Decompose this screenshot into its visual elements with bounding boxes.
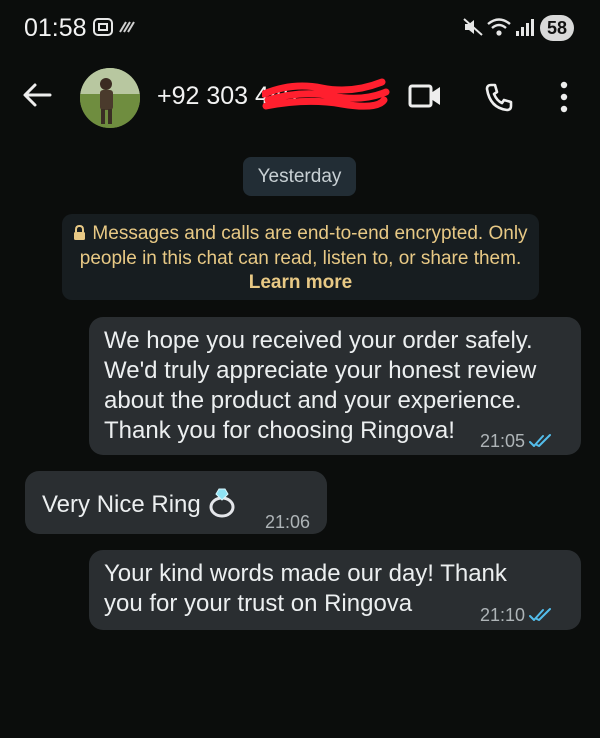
message-time: 21:05 bbox=[480, 431, 526, 451]
more-options-icon[interactable] bbox=[558, 80, 570, 119]
learn-more-link[interactable]: Learn more bbox=[249, 272, 352, 293]
mute-icon bbox=[462, 16, 484, 43]
outgoing-message-bubble[interactable]: We hope you received your order safely. … bbox=[89, 317, 581, 455]
ring-emoji-icon bbox=[207, 486, 237, 526]
avatar[interactable] bbox=[80, 68, 140, 128]
outgoing-message-bubble[interactable]: Your kind words made our day! Thank you … bbox=[89, 550, 581, 630]
encryption-notice[interactable]: Messages and calls are end-to-end encryp… bbox=[62, 214, 539, 300]
incoming-message-bubble[interactable]: Very Nice Ring 21:06 bbox=[25, 471, 327, 534]
screenshot-icon bbox=[92, 16, 114, 43]
wifi-icon bbox=[486, 16, 512, 43]
read-receipt-icon bbox=[529, 428, 553, 458]
signal-icon bbox=[514, 16, 536, 43]
battery-indicator: 58 bbox=[540, 15, 574, 41]
date-separator: Yesterday bbox=[243, 157, 356, 196]
data-activity-icon bbox=[118, 20, 138, 39]
lock-icon bbox=[73, 223, 86, 247]
message-time: 21:10 bbox=[480, 605, 526, 625]
chat-header: +92 303 445 bbox=[0, 56, 600, 140]
encryption-text: Messages and calls are end-to-end encryp… bbox=[79, 223, 528, 269]
message-time: 21:06 bbox=[265, 512, 311, 532]
message-text: Very Nice Ring bbox=[42, 491, 201, 518]
back-arrow-icon[interactable] bbox=[22, 82, 52, 113]
read-receipt-icon bbox=[529, 602, 553, 632]
message-meta: 21:10 bbox=[480, 600, 553, 632]
redaction-scribble bbox=[260, 74, 390, 115]
video-call-icon[interactable] bbox=[408, 82, 442, 115]
phone-icon[interactable] bbox=[484, 82, 514, 117]
message-meta: 21:05 bbox=[480, 426, 553, 458]
status-bar: 01:58 58 bbox=[0, 0, 600, 56]
status-time: 01:58 bbox=[24, 14, 87, 42]
